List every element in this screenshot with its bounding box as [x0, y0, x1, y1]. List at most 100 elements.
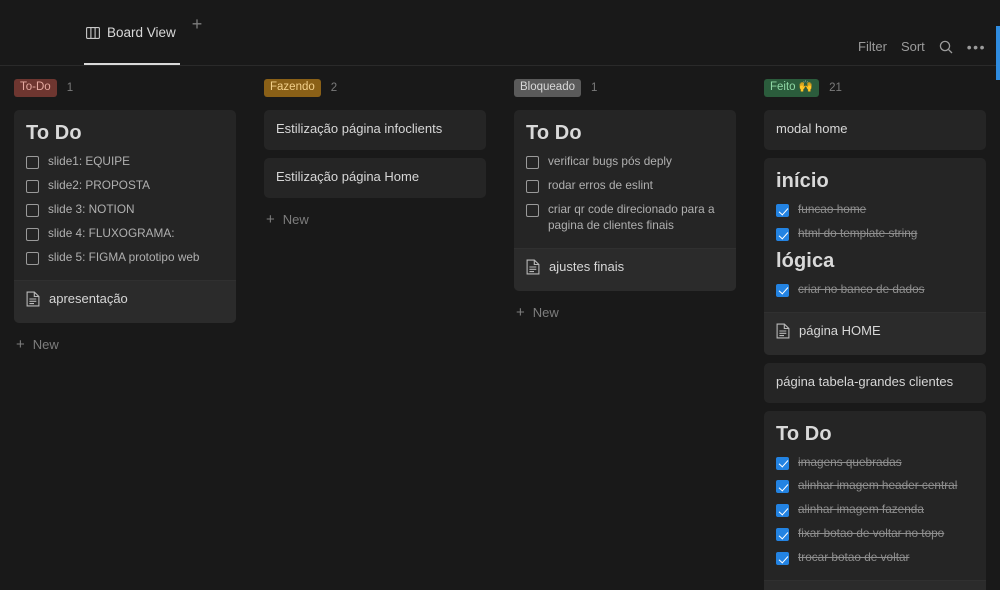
checkbox-checked-icon[interactable] — [776, 528, 789, 542]
board-card[interactable]: To Do slide1: EQUIPE slide2: PROPOSTA slide… — [14, 110, 236, 323]
todo-item-label: verificar bugs pós deply — [548, 154, 672, 168]
checkbox-unchecked-icon[interactable] — [26, 156, 39, 169]
todo-item[interactable]: slide 5: FIGMA prototipo web — [26, 250, 224, 266]
todo-item-label: funcao home — [798, 201, 867, 216]
checkbox-unchecked-icon[interactable] — [526, 203, 539, 217]
checkbox-unchecked-icon[interactable] — [526, 156, 539, 169]
todo-item-label: criar no banco de dados — [798, 281, 925, 296]
todo-item[interactable]: slide2: PROPOSTA — [26, 178, 224, 194]
checkbox-unchecked-icon[interactable] — [26, 227, 39, 241]
card-heading: To Do — [26, 122, 82, 144]
card-subpage-label: ajustes finais — [549, 258, 625, 274]
add-new-card-button[interactable]: + New — [264, 206, 486, 233]
add-new-card-button[interactable]: + New — [14, 331, 236, 358]
checkbox-checked-icon[interactable] — [776, 456, 789, 470]
todo-item[interactable]: alinhar imagem header central — [776, 478, 974, 494]
checkbox-unchecked-icon[interactable] — [526, 179, 539, 193]
todo-item[interactable]: criar qr code direcionado para a pagina … — [526, 202, 724, 234]
plus-icon: + — [16, 335, 25, 353]
checkbox-checked-icon[interactable] — [776, 227, 789, 241]
todo-item[interactable]: funcao home — [776, 202, 974, 218]
add-new-card-label: New — [282, 211, 309, 227]
filter-button[interactable]: Filter — [858, 39, 887, 54]
board-column-feito: Feito 🙌 21 modal home início funcao home html… — [750, 76, 1000, 590]
board-icon — [86, 26, 100, 39]
board-column-to-do: To-Do 1 To Do slide1: EQUIPE slide2: PROPOST… — [0, 76, 250, 590]
column-header: Bloqueado 1 — [514, 76, 736, 100]
board-card[interactable]: modal home — [764, 110, 986, 150]
checkbox-checked-icon[interactable] — [776, 552, 789, 566]
document-icon — [776, 323, 790, 344]
add-new-card-button[interactable]: + New — [514, 299, 736, 326]
column-status-chip[interactable]: Fazendo — [264, 79, 321, 97]
column-status-chip[interactable]: Bloqueado — [514, 79, 581, 97]
plus-icon: + — [266, 210, 275, 228]
card-subpage-label: página HOME — [799, 322, 881, 338]
card-heading: To Do — [526, 122, 582, 144]
sort-button[interactable]: Sort — [901, 39, 925, 54]
toolbar-actions: Filter Sort ••• — [858, 39, 986, 54]
todo-item[interactable]: slide 4: FLUXOGRAMA: — [26, 226, 224, 242]
column-header: Feito 🙌 21 — [764, 76, 986, 100]
tab-board-view-label: Board View — [107, 25, 176, 40]
card-body: To Do imagens quebradas alinhar imagem hea… — [764, 411, 986, 581]
search-icon[interactable] — [939, 40, 953, 54]
checkbox-unchecked-icon[interactable] — [26, 203, 39, 217]
document-icon — [26, 291, 40, 312]
column-status-chip[interactable]: Feito 🙌 — [764, 79, 820, 97]
checkbox-checked-icon[interactable] — [776, 283, 789, 297]
todo-item[interactable]: criar no banco de dados — [776, 282, 974, 298]
board-column-fazendo: Fazendo 2 Estilização página infoclients Es… — [250, 76, 500, 590]
card-subpage-link[interactable]: ajustes finais — [514, 247, 736, 291]
card-body: início funcao home html do template string… — [764, 158, 986, 312]
checkbox-checked-icon[interactable] — [776, 203, 789, 217]
card-subpage-label: apresentação — [49, 290, 128, 306]
card-title: Estilização página Home — [276, 168, 420, 184]
card-heading-secondary: lógica — [776, 249, 835, 272]
more-options-button[interactable]: ••• — [967, 40, 986, 54]
todo-item[interactable]: slide 3: NOTION — [26, 202, 224, 218]
card-subpage-link[interactable]: página HOME — [764, 311, 986, 355]
document-icon — [526, 259, 540, 280]
tab-board-view[interactable]: Board View — [84, 0, 180, 65]
todo-item-label: alinhar imagem header central — [798, 478, 958, 493]
column-header: Fazendo 2 — [264, 76, 486, 100]
board-card[interactable]: To Do verificar bugs pós deply rodar erros… — [514, 110, 736, 291]
todo-item-label: slide 5: FIGMA prototipo web — [48, 249, 200, 264]
todo-item[interactable]: imagens quebradas — [776, 455, 974, 471]
card-heading: To Do — [776, 422, 832, 445]
todo-item[interactable]: fixar botao de voltar no topo — [776, 526, 974, 542]
todo-item[interactable]: alinhar imagem fazenda — [776, 502, 974, 518]
board-card[interactable]: início funcao home html do template string… — [764, 157, 986, 355]
card-subpage-link[interactable]: bug imagem pos deploy - pagina clientes … — [764, 580, 986, 590]
board-card[interactable]: Estilização página Home — [264, 157, 486, 198]
add-new-card-label: New — [532, 304, 559, 320]
board-card[interactable]: To Do imagens quebradas alinhar imagem hea… — [764, 410, 986, 590]
column-status-chip[interactable]: To-Do — [14, 79, 57, 97]
view-tabs: Board View + — [84, 0, 202, 65]
card-body: To Do verificar bugs pós deply rodar erros… — [514, 110, 736, 248]
checkbox-unchecked-icon[interactable] — [26, 179, 39, 193]
todo-item-label: trocar botao de voltar — [798, 550, 910, 565]
todo-item[interactable]: verificar bugs pós deply — [526, 154, 724, 170]
todo-item-label: alinhar imagem fazenda — [798, 502, 924, 517]
add-view-button[interactable]: + — [192, 15, 203, 51]
card-subpage-link[interactable]: apresentação — [14, 279, 236, 323]
checkbox-unchecked-icon[interactable] — [26, 251, 39, 265]
todo-item[interactable]: slide1: EQUIPE — [26, 154, 224, 170]
todo-item[interactable]: html do template string — [776, 226, 974, 242]
todo-item-label: html do template string — [798, 225, 918, 240]
board-card[interactable]: Estilização página infoclients — [264, 110, 486, 150]
checkbox-checked-icon[interactable] — [776, 480, 789, 494]
kanban-board: To-Do 1 To Do slide1: EQUIPE slide2: PROPOST… — [0, 66, 1000, 590]
board-card[interactable]: página tabela-grandes clientes — [764, 362, 986, 403]
checkbox-checked-icon[interactable] — [776, 504, 789, 518]
todo-item[interactable]: rodar erros de eslint — [526, 178, 724, 194]
todo-item-label: slide2: PROPOSTA — [48, 177, 151, 192]
right-edge-indicator — [996, 26, 1000, 80]
todo-item-label: imagens quebradas — [798, 454, 902, 469]
todo-item[interactable]: trocar botao de voltar — [776, 550, 974, 566]
column-card-count: 21 — [829, 82, 842, 94]
column-card-count: 1 — [66, 82, 74, 94]
column-header: To-Do 1 — [14, 76, 236, 100]
